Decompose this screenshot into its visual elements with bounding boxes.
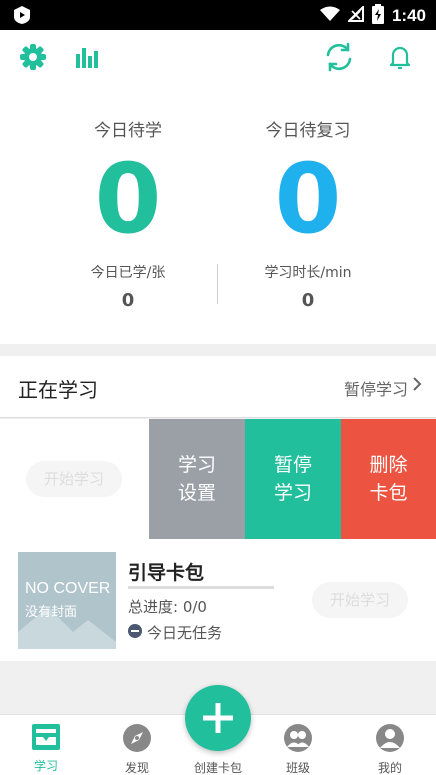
deck-task-status: 今日无任务 (128, 622, 222, 643)
today-to-learn-stat: 今日待学 0 (38, 116, 218, 247)
top-bar (0, 30, 436, 84)
study-time-stat: 学习时长/min 0 (218, 262, 398, 311)
battery-icon (371, 4, 384, 28)
today-to-review-value: 0 (274, 143, 342, 255)
tab-discover-label: 发现 (124, 761, 149, 775)
notification-bell-icon[interactable] (386, 42, 414, 72)
pause-study-button[interactable]: 暂停学习 (245, 419, 341, 539)
cover-text-en: NO COVER (25, 580, 111, 597)
study-settings-label: 学习设置 (177, 454, 216, 504)
section-title: 正在学习 (18, 378, 98, 402)
statistics-chart-icon[interactable] (72, 42, 102, 72)
study-settings-button[interactable]: 学习设置 (149, 419, 245, 539)
compass-icon (123, 724, 151, 752)
deck-cover: NO COVER 没有封面 (18, 552, 116, 649)
status-time: 1:40 (391, 6, 426, 25)
settings-gear-icon[interactable] (18, 42, 48, 72)
chevron-right-icon[interactable] (412, 376, 422, 396)
profile-icon (376, 724, 404, 752)
deck-start-button[interactable]: 开始学习 (312, 582, 408, 618)
tab-class-label: 班级 (285, 761, 310, 775)
stats-panel: 今日待学 0 今日待复习 0 今日已学/张 0 学习时长/min 0 (0, 84, 436, 344)
minus-circle-icon (128, 623, 142, 642)
tab-profile[interactable]: 我的 (355, 723, 425, 775)
cover-text-cn: 没有封面 (25, 605, 78, 620)
tab-study[interactable]: 学习 (11, 723, 81, 774)
swiped-deck-row: 开始学习 学习设置 暂停学习 删除卡包 (0, 419, 436, 539)
delete-deck-button[interactable]: 删除卡包 (341, 419, 436, 539)
plus-icon (203, 703, 233, 733)
delete-deck-label: 删除卡包 (369, 454, 408, 504)
wifi-icon (319, 6, 340, 26)
status-bar: 1:40 (0, 0, 436, 30)
today-to-review-label: 今日待复习 (265, 121, 351, 141)
class-icon (284, 724, 312, 752)
deck-progress-text: 总进度: 0/0 (128, 598, 207, 616)
tab-class[interactable]: 班级 (263, 723, 333, 775)
today-to-learn-value: 0 (94, 143, 162, 255)
create-deck-fab[interactable] (185, 685, 251, 751)
tab-study-label: 学习 (33, 759, 58, 773)
today-to-learn-label: 今日待学 (94, 121, 162, 141)
sync-icon[interactable] (322, 40, 356, 74)
deck-progress-bar (128, 586, 274, 589)
study-icon (32, 724, 60, 750)
studying-section-header: 正在学习 暂停学习 (0, 356, 436, 418)
tab-profile-label: 我的 (377, 761, 402, 775)
learned-today-label: 今日已学/张 (90, 265, 166, 281)
pause-study-link[interactable]: 暂停学习 (344, 376, 408, 400)
study-time-value: 0 (301, 290, 315, 311)
learned-today-value: 0 (121, 290, 135, 311)
pause-study-label: 暂停学习 (273, 454, 312, 504)
tab-discover[interactable]: 发现 (102, 723, 172, 775)
deck-task-text: 今日无任务 (147, 624, 223, 642)
app-notification-icon (12, 5, 32, 25)
no-signal-icon (346, 4, 364, 26)
start-study-button[interactable]: 开始学习 (26, 461, 122, 497)
tab-create-deck[interactable]: 创建卡包 (183, 757, 253, 775)
tab-create-deck-label: 创建卡包 (193, 761, 242, 775)
learned-today-stat: 今日已学/张 0 (38, 262, 218, 311)
study-time-label: 学习时长/min (264, 265, 352, 281)
deck-card[interactable]: NO COVER 没有封面 引导卡包 总进度: 0/0 今日无任务 开始学习 (0, 539, 436, 661)
today-to-review-stat: 今日待复习 0 (218, 116, 398, 247)
deck-title: 引导卡包 (128, 562, 205, 584)
